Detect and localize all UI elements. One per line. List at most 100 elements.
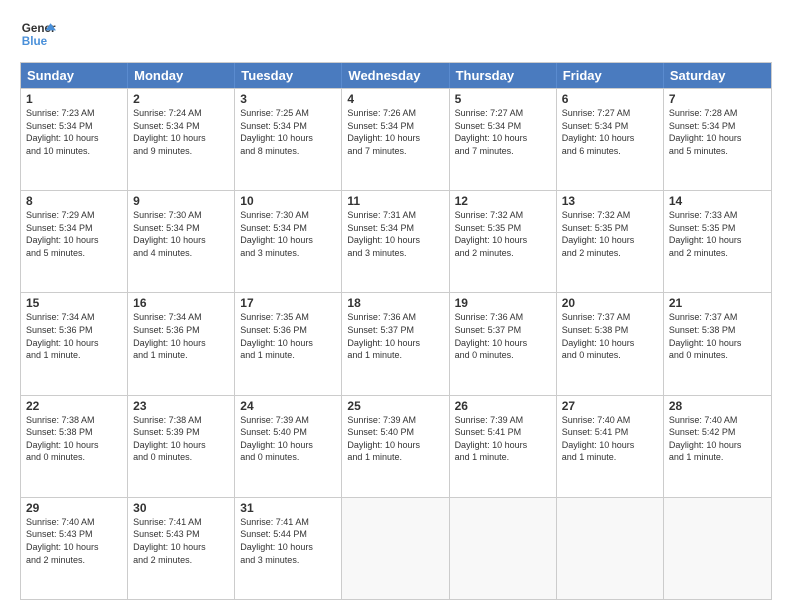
day-number: 14 xyxy=(669,194,766,208)
cal-cell-7: 7Sunrise: 7:28 AM Sunset: 5:34 PM Daylig… xyxy=(664,89,771,190)
cal-cell-25: 25Sunrise: 7:39 AM Sunset: 5:40 PM Dayli… xyxy=(342,396,449,497)
day-number: 30 xyxy=(133,501,229,515)
calendar: SundayMondayTuesdayWednesdayThursdayFrid… xyxy=(20,62,772,600)
day-number: 21 xyxy=(669,296,766,310)
svg-text:Blue: Blue xyxy=(22,35,48,48)
day-number: 29 xyxy=(26,501,122,515)
day-info: Sunrise: 7:31 AM Sunset: 5:34 PM Dayligh… xyxy=(347,209,443,259)
header: General Blue xyxy=(20,16,772,52)
day-number: 12 xyxy=(455,194,551,208)
day-info: Sunrise: 7:28 AM Sunset: 5:34 PM Dayligh… xyxy=(669,107,766,157)
cal-cell-3: 3Sunrise: 7:25 AM Sunset: 5:34 PM Daylig… xyxy=(235,89,342,190)
day-number: 11 xyxy=(347,194,443,208)
cal-cell-2: 2Sunrise: 7:24 AM Sunset: 5:34 PM Daylig… xyxy=(128,89,235,190)
header-cell-thursday: Thursday xyxy=(450,63,557,88)
cal-cell-27: 27Sunrise: 7:40 AM Sunset: 5:41 PM Dayli… xyxy=(557,396,664,497)
day-number: 9 xyxy=(133,194,229,208)
cal-cell-6: 6Sunrise: 7:27 AM Sunset: 5:34 PM Daylig… xyxy=(557,89,664,190)
day-number: 16 xyxy=(133,296,229,310)
cal-cell-4: 4Sunrise: 7:26 AM Sunset: 5:34 PM Daylig… xyxy=(342,89,449,190)
day-info: Sunrise: 7:37 AM Sunset: 5:38 PM Dayligh… xyxy=(562,311,658,361)
cal-cell-30: 30Sunrise: 7:41 AM Sunset: 5:43 PM Dayli… xyxy=(128,498,235,599)
header-cell-friday: Friday xyxy=(557,63,664,88)
cal-cell-18: 18Sunrise: 7:36 AM Sunset: 5:37 PM Dayli… xyxy=(342,293,449,394)
day-number: 20 xyxy=(562,296,658,310)
day-number: 7 xyxy=(669,92,766,106)
calendar-header: SundayMondayTuesdayWednesdayThursdayFrid… xyxy=(21,63,771,88)
day-number: 19 xyxy=(455,296,551,310)
header-cell-monday: Monday xyxy=(128,63,235,88)
day-info: Sunrise: 7:37 AM Sunset: 5:38 PM Dayligh… xyxy=(669,311,766,361)
day-info: Sunrise: 7:39 AM Sunset: 5:41 PM Dayligh… xyxy=(455,414,551,464)
day-info: Sunrise: 7:40 AM Sunset: 5:41 PM Dayligh… xyxy=(562,414,658,464)
day-info: Sunrise: 7:23 AM Sunset: 5:34 PM Dayligh… xyxy=(26,107,122,157)
day-info: Sunrise: 7:39 AM Sunset: 5:40 PM Dayligh… xyxy=(240,414,336,464)
day-number: 18 xyxy=(347,296,443,310)
day-info: Sunrise: 7:35 AM Sunset: 5:36 PM Dayligh… xyxy=(240,311,336,361)
day-info: Sunrise: 7:41 AM Sunset: 5:44 PM Dayligh… xyxy=(240,516,336,566)
day-info: Sunrise: 7:32 AM Sunset: 5:35 PM Dayligh… xyxy=(562,209,658,259)
cal-cell-12: 12Sunrise: 7:32 AM Sunset: 5:35 PM Dayli… xyxy=(450,191,557,292)
day-info: Sunrise: 7:25 AM Sunset: 5:34 PM Dayligh… xyxy=(240,107,336,157)
day-number: 17 xyxy=(240,296,336,310)
cal-cell-22: 22Sunrise: 7:38 AM Sunset: 5:38 PM Dayli… xyxy=(21,396,128,497)
day-number: 23 xyxy=(133,399,229,413)
day-info: Sunrise: 7:27 AM Sunset: 5:34 PM Dayligh… xyxy=(562,107,658,157)
cal-cell-14: 14Sunrise: 7:33 AM Sunset: 5:35 PM Dayli… xyxy=(664,191,771,292)
cal-cell-29: 29Sunrise: 7:40 AM Sunset: 5:43 PM Dayli… xyxy=(21,498,128,599)
day-number: 6 xyxy=(562,92,658,106)
cal-week-3: 22Sunrise: 7:38 AM Sunset: 5:38 PM Dayli… xyxy=(21,395,771,497)
cal-cell-17: 17Sunrise: 7:35 AM Sunset: 5:36 PM Dayli… xyxy=(235,293,342,394)
cal-cell-9: 9Sunrise: 7:30 AM Sunset: 5:34 PM Daylig… xyxy=(128,191,235,292)
day-info: Sunrise: 7:26 AM Sunset: 5:34 PM Dayligh… xyxy=(347,107,443,157)
day-info: Sunrise: 7:24 AM Sunset: 5:34 PM Dayligh… xyxy=(133,107,229,157)
day-number: 4 xyxy=(347,92,443,106)
day-info: Sunrise: 7:30 AM Sunset: 5:34 PM Dayligh… xyxy=(240,209,336,259)
day-number: 25 xyxy=(347,399,443,413)
header-cell-saturday: Saturday xyxy=(664,63,771,88)
day-number: 3 xyxy=(240,92,336,106)
cal-week-0: 1Sunrise: 7:23 AM Sunset: 5:34 PM Daylig… xyxy=(21,88,771,190)
day-number: 24 xyxy=(240,399,336,413)
cal-cell-19: 19Sunrise: 7:36 AM Sunset: 5:37 PM Dayli… xyxy=(450,293,557,394)
day-number: 2 xyxy=(133,92,229,106)
cal-cell-26: 26Sunrise: 7:39 AM Sunset: 5:41 PM Dayli… xyxy=(450,396,557,497)
logo: General Blue xyxy=(20,16,56,52)
day-info: Sunrise: 7:29 AM Sunset: 5:34 PM Dayligh… xyxy=(26,209,122,259)
day-info: Sunrise: 7:36 AM Sunset: 5:37 PM Dayligh… xyxy=(347,311,443,361)
day-number: 22 xyxy=(26,399,122,413)
cal-cell-empty xyxy=(450,498,557,599)
day-number: 27 xyxy=(562,399,658,413)
header-cell-tuesday: Tuesday xyxy=(235,63,342,88)
cal-cell-31: 31Sunrise: 7:41 AM Sunset: 5:44 PM Dayli… xyxy=(235,498,342,599)
cal-cell-13: 13Sunrise: 7:32 AM Sunset: 5:35 PM Dayli… xyxy=(557,191,664,292)
day-info: Sunrise: 7:41 AM Sunset: 5:43 PM Dayligh… xyxy=(133,516,229,566)
header-cell-sunday: Sunday xyxy=(21,63,128,88)
day-number: 1 xyxy=(26,92,122,106)
day-info: Sunrise: 7:32 AM Sunset: 5:35 PM Dayligh… xyxy=(455,209,551,259)
day-info: Sunrise: 7:34 AM Sunset: 5:36 PM Dayligh… xyxy=(133,311,229,361)
day-number: 31 xyxy=(240,501,336,515)
calendar-body: 1Sunrise: 7:23 AM Sunset: 5:34 PM Daylig… xyxy=(21,88,771,599)
day-number: 13 xyxy=(562,194,658,208)
cal-cell-empty xyxy=(664,498,771,599)
logo-icon: General Blue xyxy=(20,16,56,52)
page: General Blue SundayMondayTuesdayWednesda… xyxy=(0,0,792,612)
cal-cell-24: 24Sunrise: 7:39 AM Sunset: 5:40 PM Dayli… xyxy=(235,396,342,497)
cal-cell-empty xyxy=(342,498,449,599)
day-info: Sunrise: 7:38 AM Sunset: 5:38 PM Dayligh… xyxy=(26,414,122,464)
day-info: Sunrise: 7:36 AM Sunset: 5:37 PM Dayligh… xyxy=(455,311,551,361)
cal-cell-21: 21Sunrise: 7:37 AM Sunset: 5:38 PM Dayli… xyxy=(664,293,771,394)
cal-cell-15: 15Sunrise: 7:34 AM Sunset: 5:36 PM Dayli… xyxy=(21,293,128,394)
day-info: Sunrise: 7:27 AM Sunset: 5:34 PM Dayligh… xyxy=(455,107,551,157)
day-number: 5 xyxy=(455,92,551,106)
cal-cell-5: 5Sunrise: 7:27 AM Sunset: 5:34 PM Daylig… xyxy=(450,89,557,190)
cal-cell-28: 28Sunrise: 7:40 AM Sunset: 5:42 PM Dayli… xyxy=(664,396,771,497)
cal-cell-10: 10Sunrise: 7:30 AM Sunset: 5:34 PM Dayli… xyxy=(235,191,342,292)
cal-cell-8: 8Sunrise: 7:29 AM Sunset: 5:34 PM Daylig… xyxy=(21,191,128,292)
cal-cell-1: 1Sunrise: 7:23 AM Sunset: 5:34 PM Daylig… xyxy=(21,89,128,190)
cal-week-1: 8Sunrise: 7:29 AM Sunset: 5:34 PM Daylig… xyxy=(21,190,771,292)
day-info: Sunrise: 7:33 AM Sunset: 5:35 PM Dayligh… xyxy=(669,209,766,259)
cal-week-4: 29Sunrise: 7:40 AM Sunset: 5:43 PM Dayli… xyxy=(21,497,771,599)
cal-cell-23: 23Sunrise: 7:38 AM Sunset: 5:39 PM Dayli… xyxy=(128,396,235,497)
